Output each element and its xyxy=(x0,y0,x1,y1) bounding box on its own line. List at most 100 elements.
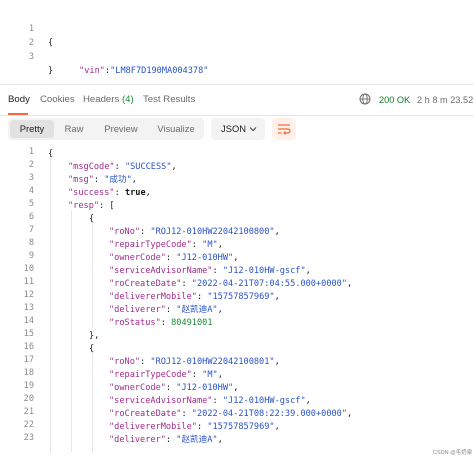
line-number: 3 xyxy=(28,173,34,183)
pretty-button[interactable]: Pretty xyxy=(10,120,54,138)
array-open-bracket: [ xyxy=(109,201,115,211)
code-line: { xyxy=(89,212,94,226)
code-line: "repairTypeCode": "M", xyxy=(109,238,223,252)
tab-cookies[interactable]: Cookies xyxy=(40,94,75,105)
visualize-button[interactable]: Visualize xyxy=(150,120,202,138)
divider xyxy=(0,84,474,85)
code-line: "serviceAdvisorName": "J12-010HW-gscf", xyxy=(109,394,311,408)
brace: }, xyxy=(89,331,100,341)
indent-guide xyxy=(71,210,72,452)
line-number: 20 xyxy=(23,394,34,404)
json-comma: , xyxy=(274,357,280,367)
json-string-value: "ROJ12-010HW22042100801" xyxy=(150,357,275,367)
code-line: "delivererMobile": "15757857969", xyxy=(109,420,280,434)
format-select-value: JSON xyxy=(221,123,247,134)
code-line: "roNo": "ROJ12-010HW22042100801", xyxy=(109,355,280,369)
line-number: 19 xyxy=(23,381,34,391)
json-string-value: "M" xyxy=(202,240,218,250)
json-string-value: "2022-04-21T07:04:55.000+0000" xyxy=(191,279,348,289)
indent-guide xyxy=(92,222,93,328)
response-time[interactable]: 2 h 8 m 23.52 s xyxy=(417,95,474,105)
json-colon: : xyxy=(114,188,125,198)
json-number-value: 80491001 xyxy=(171,318,213,328)
json-comma: , xyxy=(217,435,223,445)
globe-icon[interactable] xyxy=(359,93,371,105)
json-key: "resp" xyxy=(68,201,100,211)
json-comma: , xyxy=(145,188,151,198)
line-number: 13 xyxy=(23,303,34,313)
line-number: 16 xyxy=(23,342,34,352)
indent-guide xyxy=(92,350,93,452)
json-string-value: "15757857969" xyxy=(207,292,275,302)
tab-body[interactable]: Body xyxy=(8,94,30,105)
json-colon: : xyxy=(191,370,203,380)
wrap-lines-button[interactable] xyxy=(272,118,296,140)
json-string-value: "LM8F7D190MA004378" xyxy=(110,66,209,76)
code-line: "roCreateDate": "2022-04-21T08:22:39.000… xyxy=(109,407,352,421)
brace: { xyxy=(89,344,95,354)
tab-headers[interactable]: Headers (4) xyxy=(83,94,134,105)
chevron-down-icon xyxy=(249,127,257,132)
json-key: "success" xyxy=(68,188,115,198)
raw-button[interactable]: Raw xyxy=(56,120,92,138)
code-line: "serviceAdvisorName": "J12-010HW-gscf", xyxy=(109,264,311,278)
json-string-value: "SUCCESS" xyxy=(124,162,172,172)
view-mode-segmented-control: Pretty Raw Preview Visualize xyxy=(8,118,204,140)
line-number: 17 xyxy=(23,355,34,365)
code-line: 3 } xyxy=(0,36,53,76)
line-number: 11 xyxy=(23,277,34,287)
status-code[interactable]: 200 OK xyxy=(379,95,410,105)
line-number: 14 xyxy=(23,316,34,326)
json-colon: : xyxy=(160,318,172,328)
tab-headers-label: Headers xyxy=(83,94,120,105)
code-line: "success": true, xyxy=(68,186,151,200)
code-line: { xyxy=(48,147,53,161)
code-line: { xyxy=(89,342,94,356)
json-string-value: "ROJ12-010HW22042100800" xyxy=(150,227,275,237)
json-colon: : xyxy=(165,383,177,393)
tab-test-results[interactable]: Test Results xyxy=(143,94,195,105)
json-comma: , xyxy=(171,162,177,172)
json-key: "ownerCode" xyxy=(109,253,166,263)
json-colon: : xyxy=(140,357,151,367)
json-string-value: "赵凯迪A" xyxy=(176,435,218,445)
json-comma: , xyxy=(347,409,353,419)
headers-count-badge: (4) xyxy=(121,94,134,105)
json-key: "vin" xyxy=(79,66,105,76)
json-key: "deliverer" xyxy=(109,305,166,315)
code-line: "ownerCode": "J12-010HW", xyxy=(109,251,238,265)
json-key: "repairTypeCode" xyxy=(109,240,192,250)
json-comma: , xyxy=(274,292,280,302)
json-comma: , xyxy=(217,305,223,315)
json-key: "repairTypeCode" xyxy=(109,370,192,380)
divider xyxy=(0,115,474,116)
json-string-value: "J12-010HW" xyxy=(176,253,234,263)
json-key: "roCreateDate" xyxy=(109,279,182,289)
code-line: "resp": [ xyxy=(68,199,115,213)
json-comma: , xyxy=(217,370,223,380)
watermark: CSDN @毛奶泉 xyxy=(433,450,473,456)
code-line: "roStatus": 80491001 xyxy=(109,316,213,330)
response-body-viewer[interactable]: 1 2 3 4 5 6 7 8 9 10 11 12 13 14 15 16 1… xyxy=(0,144,474,452)
json-comma: , xyxy=(131,175,137,185)
format-select[interactable]: JSON xyxy=(211,118,265,140)
json-key: "ownerCode" xyxy=(109,383,166,393)
json-key: "deliverer" xyxy=(109,435,166,445)
code-line: 1 { xyxy=(0,8,53,48)
json-key: "delivererMobile" xyxy=(109,292,197,302)
line-number: 2 xyxy=(28,160,34,170)
json-string-value: "2022-04-21T08:22:39.000+0000" xyxy=(191,409,348,419)
json-colon: : xyxy=(212,266,223,276)
json-colon: : xyxy=(93,175,105,185)
indent-guide xyxy=(50,158,51,452)
brace: { xyxy=(89,214,95,224)
json-comma: , xyxy=(233,383,239,393)
json-colon: : xyxy=(165,435,177,445)
preview-button[interactable]: Preview xyxy=(96,120,146,138)
json-key: "delivererMobile" xyxy=(109,422,197,432)
json-colon: : xyxy=(99,201,110,211)
json-comma: , xyxy=(274,227,280,237)
request-body-editor[interactable]: 1 { 2 "vin":"LM8F7D190MA004378" 3 } xyxy=(0,0,474,85)
json-colon: : xyxy=(181,409,192,419)
code-line: "msgCode": "SUCCESS", xyxy=(68,160,177,174)
